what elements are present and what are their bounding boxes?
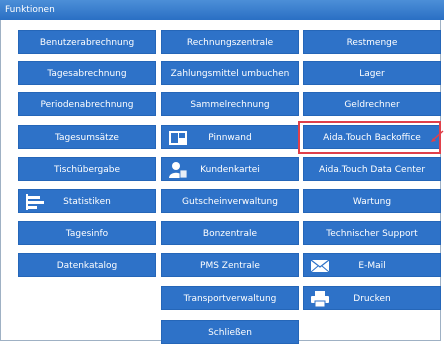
geldrechner-button[interactable]: Geldrechner <box>303 92 441 116</box>
annotation-arrow-icon <box>431 130 444 142</box>
button-label: Tagesabrechnung <box>47 69 127 79</box>
button-label: Transportverwaltung <box>183 294 277 304</box>
button-label: Restmenge <box>346 38 398 48</box>
button-label: Zahlungsmittel umbuchen <box>170 69 290 79</box>
restmenge-button[interactable]: Restmenge <box>303 30 441 54</box>
pinboard-icon <box>169 131 187 145</box>
email-button[interactable]: E-Mail <box>303 253 441 277</box>
zahlungsmittel-umbuchen-button[interactable]: Zahlungsmittel umbuchen <box>161 61 299 85</box>
pinnwand-button[interactable]: Pinnwand <box>161 125 299 149</box>
button-label: Sammelrechnung <box>190 100 270 110</box>
button-label: Benutzerabrechnung <box>39 38 135 48</box>
tagesumsaetze-button[interactable]: Tagesumsätze <box>18 125 156 149</box>
pms-zentrale-button[interactable]: PMS Zentrale <box>161 253 299 277</box>
button-label: Aida.Touch Data Center <box>318 165 426 175</box>
button-label: Gutscheinverwaltung <box>182 197 278 207</box>
button-label: Drucken <box>353 294 391 304</box>
periodenabrechnung-button[interactable]: Periodenabrechnung <box>18 92 156 116</box>
window-title: Funktionen <box>0 0 444 20</box>
button-label: PMS Zentrale <box>200 261 260 271</box>
statistiken-button[interactable]: Statistiken <box>18 189 156 213</box>
button-label: Geldrechner <box>344 100 400 110</box>
technischer-support-button[interactable]: Technischer Support <box>303 221 441 245</box>
button-label: Periodenabrechnung <box>40 100 134 110</box>
tischuebergabe-button[interactable]: Tischübergabe <box>18 157 156 181</box>
tagesinfo-button[interactable]: Tagesinfo <box>18 221 156 245</box>
highlight-box <box>298 121 441 154</box>
button-label: Bonzentrale <box>202 229 258 239</box>
kundenkartei-button[interactable]: Kundenkartei <box>161 157 299 181</box>
button-label: Kundenkartei <box>200 165 260 175</box>
rechnungszentrale-button[interactable]: Rechnungszentrale <box>161 30 299 54</box>
printer-icon <box>311 291 329 308</box>
button-label: Pinnwand <box>208 133 252 143</box>
transportverwaltung-button[interactable]: Transportverwaltung <box>161 286 299 310</box>
mail-icon <box>310 259 330 273</box>
tagesabrechnung-button[interactable]: Tagesabrechnung <box>18 61 156 85</box>
button-label: Rechnungszentrale <box>186 38 274 48</box>
aida-touch-data-center-button[interactable]: Aida.Touch Data Center <box>303 157 441 181</box>
button-label: Statistiken <box>63 197 111 207</box>
bonzentrale-button[interactable]: Bonzentrale <box>161 221 299 245</box>
benutzerabrechnung-button[interactable]: Benutzerabrechnung <box>18 30 156 54</box>
button-label: Wartung <box>352 197 392 207</box>
datenkatalog-button[interactable]: Datenkatalog <box>18 253 156 277</box>
lager-button[interactable]: Lager <box>303 61 441 85</box>
button-label: Tagesinfo <box>65 229 109 239</box>
button-label: E-Mail <box>358 261 386 271</box>
gutscheinverwaltung-button[interactable]: Gutscheinverwaltung <box>161 189 299 213</box>
statistics-icon <box>26 194 44 210</box>
button-label: Schließen <box>208 328 252 338</box>
wartung-button[interactable]: Wartung <box>303 189 441 213</box>
button-label: Technischer Support <box>326 229 418 239</box>
drucken-button[interactable]: Drucken <box>303 286 441 310</box>
button-label: Tagesumsätze <box>55 133 119 143</box>
schliessen-button[interactable]: Schließen <box>161 320 299 344</box>
sammelrechnung-button[interactable]: Sammelrechnung <box>161 92 299 116</box>
customer-file-icon <box>169 162 188 179</box>
button-label: Tischübergabe <box>53 165 121 175</box>
button-label: Datenkatalog <box>56 261 118 271</box>
button-label: Lager <box>359 69 385 79</box>
